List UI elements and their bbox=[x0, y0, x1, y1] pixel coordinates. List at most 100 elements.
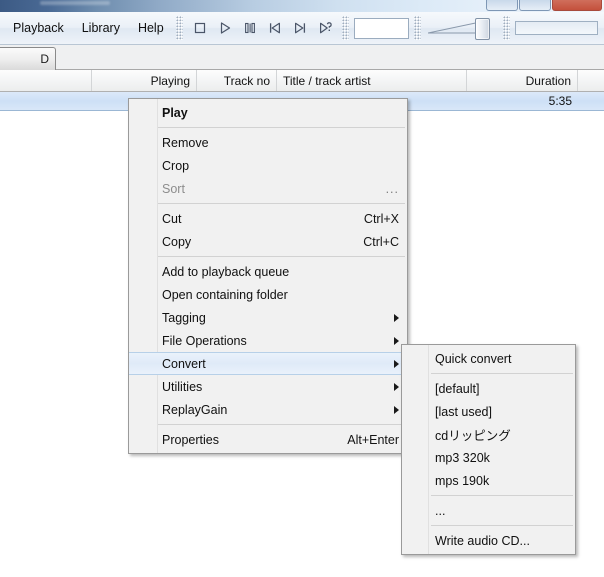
menu-item-tagging-label: Tagging bbox=[162, 310, 206, 325]
transport-controls bbox=[186, 17, 339, 39]
toolbar-grip-transport[interactable] bbox=[175, 16, 183, 40]
menubar-item-help[interactable]: Help bbox=[129, 17, 173, 39]
submenu-item-default[interactable]: [default] bbox=[402, 377, 575, 400]
chevron-right-icon bbox=[394, 313, 399, 322]
menu-separator-4 bbox=[158, 424, 405, 425]
menu-item-file-operations[interactable]: File Operations bbox=[129, 329, 407, 352]
chevron-right-icon bbox=[394, 336, 399, 345]
column-header-spacer[interactable] bbox=[578, 70, 604, 91]
convert-submenu: Quick convert [default] [last used] cdリッ… bbox=[401, 344, 576, 555]
menu-item-remove-label: Remove bbox=[162, 135, 209, 150]
seek-slider[interactable] bbox=[514, 21, 598, 35]
submenu-item-mps-190k-label: mps 190k bbox=[435, 473, 490, 488]
context-menu: Play Remove Crop Sort ... Cut Ctrl+X Cop… bbox=[128, 98, 408, 454]
minimize-button[interactable] bbox=[486, 0, 518, 11]
menu-item-replaygain[interactable]: ReplayGain bbox=[129, 398, 407, 421]
column-header-blank[interactable] bbox=[0, 70, 92, 91]
submenu-item-write-audio-cd-label: Write audio CD... bbox=[435, 533, 530, 548]
submenu-item-write-audio-cd[interactable]: Write audio CD... bbox=[402, 529, 575, 552]
toolbar-grip-search[interactable] bbox=[341, 16, 349, 40]
menu-separator-2 bbox=[158, 203, 405, 204]
submenu-item-cd-ripping[interactable]: cdリッピング bbox=[402, 423, 575, 446]
menu-item-open-containing-folder-label: Open containing folder bbox=[162, 287, 288, 302]
menu-item-utilities[interactable]: Utilities bbox=[129, 375, 407, 398]
menu-item-cut-label: Cut bbox=[162, 211, 182, 226]
volume-slider-thumb[interactable] bbox=[474, 18, 490, 40]
menu-item-copy-label: Copy bbox=[162, 234, 192, 249]
toolbar-grip-volume[interactable] bbox=[413, 16, 421, 40]
previous-icon bbox=[268, 21, 282, 35]
menu-item-properties-accel: Alt+Enter bbox=[347, 432, 399, 447]
stop-icon bbox=[193, 21, 207, 35]
menu-item-convert[interactable]: Convert bbox=[129, 352, 407, 375]
column-header-track-no[interactable]: Track no bbox=[197, 70, 277, 91]
menu-item-properties[interactable]: Properties Alt+Enter bbox=[129, 428, 407, 451]
menu-item-remove[interactable]: Remove bbox=[129, 131, 407, 154]
menubar-item-playback[interactable]: Playback bbox=[4, 17, 73, 39]
menu-item-open-containing-folder[interactable]: Open containing folder bbox=[129, 283, 407, 306]
menu-item-utilities-label: Utilities bbox=[162, 379, 203, 394]
submenu-separator-2 bbox=[431, 495, 573, 496]
menu-item-sort-label: Sort bbox=[162, 181, 185, 196]
menu-item-copy-accel: Ctrl+C bbox=[363, 234, 399, 249]
menu-item-replaygain-label: ReplayGain bbox=[162, 402, 228, 417]
playlist-tab-strip: D bbox=[0, 45, 604, 70]
random-icon bbox=[318, 21, 332, 35]
submenu-item-default-label: [default] bbox=[435, 381, 480, 396]
menu-item-file-operations-label: File Operations bbox=[162, 333, 247, 348]
menu-item-convert-label: Convert bbox=[162, 356, 206, 371]
column-header-duration[interactable]: Duration bbox=[467, 70, 578, 91]
menu-item-copy[interactable]: Copy Ctrl+C bbox=[129, 230, 407, 253]
menu-item-play[interactable]: Play bbox=[129, 101, 407, 124]
next-button[interactable] bbox=[290, 17, 310, 39]
submenu-item-quick-convert[interactable]: Quick convert bbox=[402, 347, 575, 370]
submenu-item-mp3-320k-label: mp3 320k bbox=[435, 450, 490, 465]
random-button[interactable] bbox=[315, 17, 335, 39]
chevron-right-icon bbox=[394, 382, 399, 391]
window-titlebar[interactable] bbox=[0, 0, 604, 12]
play-icon bbox=[218, 21, 232, 35]
titlebar-highlight bbox=[40, 1, 110, 5]
menu-item-sort-dots: ... bbox=[385, 181, 399, 196]
menu-item-add-to-playback-queue[interactable]: Add to playback queue bbox=[129, 260, 407, 283]
menu-separator-3 bbox=[158, 256, 405, 257]
toolbar-grip-seek[interactable] bbox=[502, 16, 510, 40]
menu-item-cut[interactable]: Cut Ctrl+X bbox=[129, 207, 407, 230]
chevron-right-icon bbox=[394, 405, 399, 414]
cell-blank bbox=[0, 92, 92, 110]
menu-item-crop-label: Crop bbox=[162, 158, 190, 173]
menu-item-add-to-playback-queue-label: Add to playback queue bbox=[162, 264, 290, 279]
submenu-item-last-used[interactable]: [last used] bbox=[402, 400, 575, 423]
submenu-item-mps-190k[interactable]: mps 190k bbox=[402, 469, 575, 492]
column-header-playing[interactable]: Playing bbox=[92, 70, 197, 91]
submenu-item-quick-convert-label: Quick convert bbox=[435, 351, 512, 366]
submenu-item-mp3-320k[interactable]: mp3 320k bbox=[402, 446, 575, 469]
chevron-right-icon bbox=[394, 359, 399, 368]
tab-playlist[interactable]: D bbox=[0, 47, 56, 70]
pause-button[interactable] bbox=[240, 17, 260, 39]
submenu-item-cd-ripping-label: cdリッピング bbox=[435, 429, 511, 443]
submenu-item-more[interactable]: ... bbox=[402, 499, 575, 522]
menu-bar: Playback Library Help bbox=[0, 12, 173, 44]
menu-separator-1 bbox=[158, 127, 405, 128]
previous-button[interactable] bbox=[265, 17, 285, 39]
submenu-separator-3 bbox=[431, 525, 573, 526]
play-button[interactable] bbox=[215, 17, 235, 39]
search-input[interactable] bbox=[353, 17, 409, 39]
volume-slider[interactable] bbox=[426, 16, 498, 40]
submenu-item-more-label: ... bbox=[435, 503, 446, 518]
maximize-button[interactable] bbox=[519, 0, 551, 11]
menu-item-crop[interactable]: Crop bbox=[129, 154, 407, 177]
stop-button[interactable] bbox=[190, 17, 210, 39]
submenu-separator-1 bbox=[431, 373, 573, 374]
menubar-item-library[interactable]: Library bbox=[73, 17, 129, 39]
close-button[interactable] bbox=[552, 0, 602, 11]
column-header-title-track-artist[interactable]: Title / track artist bbox=[277, 70, 467, 91]
playlist-column-headers: Playing Track no Title / track artist Du… bbox=[0, 70, 604, 92]
menu-item-sort: Sort ... bbox=[129, 177, 407, 200]
menu-item-cut-accel: Ctrl+X bbox=[363, 211, 399, 226]
cell-spacer bbox=[578, 92, 604, 110]
cell-duration: 5:35 bbox=[548, 94, 572, 108]
menu-item-tagging[interactable]: Tagging bbox=[129, 306, 407, 329]
submenu-item-last-used-label: [last used] bbox=[435, 404, 492, 419]
